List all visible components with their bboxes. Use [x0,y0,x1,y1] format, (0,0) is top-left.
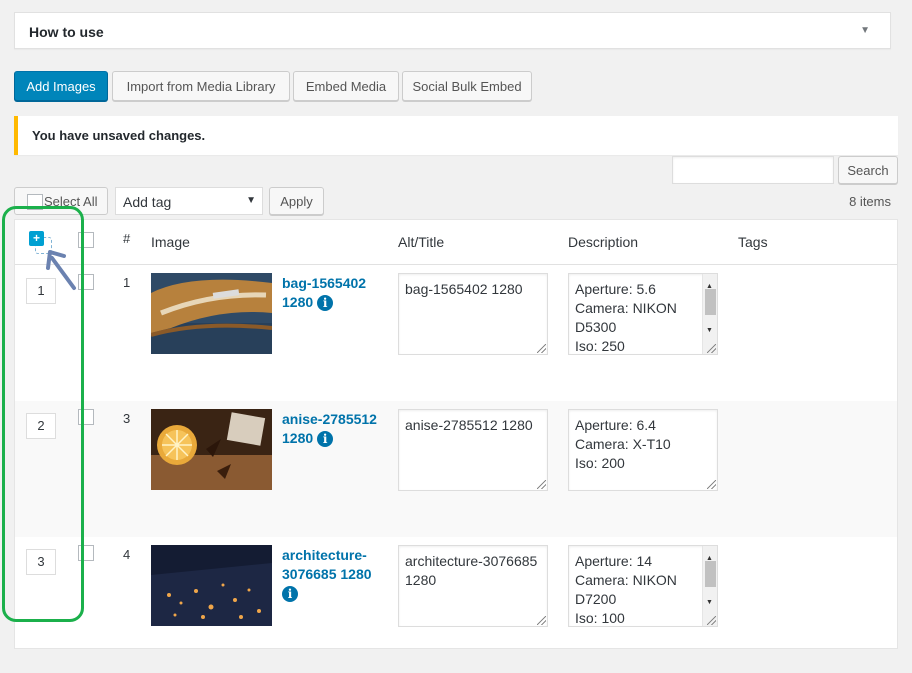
alt-text: bag-1565402 1280 [405,281,523,297]
description-text: Aperture: 6.4 Camera: X-T10 Iso: 200 [575,417,671,471]
info-icon[interactable]: i [317,295,334,312]
col-alt-title: Alt/Title [398,234,445,250]
alt-title-textarea[interactable]: bag-1565402 1280 [398,273,548,355]
description-text: Aperture: 14 Camera: NIKON D7200 Iso: 10… [575,553,677,626]
caret-down-icon[interactable]: ▼ [860,25,870,36]
scroll-down-icon[interactable]: ▼ [706,321,713,340]
add-images-button[interactable]: Add Images [14,71,108,101]
image-title-link[interactable]: bag-1565402 1280 i [282,274,387,312]
embed-media-button[interactable]: Embed Media [293,71,399,101]
resize-handle-icon[interactable] [537,344,546,353]
images-table: + # Image Alt/Title Description Tags 1 1… [14,219,898,649]
thumbnail-image[interactable] [151,273,272,354]
scroll-thumb[interactable] [705,561,716,587]
resize-handle-icon[interactable] [537,616,546,625]
chevron-down-icon: ▼ [246,195,256,206]
row-number: 3 [123,411,131,426]
alt-text: anise-2785512 1280 [405,417,533,433]
col-description: Description [568,234,639,250]
thumbnail-image[interactable] [151,409,272,490]
resize-handle-icon[interactable] [707,616,716,625]
resize-handle-icon[interactable] [707,480,716,489]
row-number: 4 [123,547,131,562]
row-number: 1 [123,275,131,290]
description-textarea[interactable]: Aperture: 6.4 Camera: X-T10 Iso: 200 [568,409,718,491]
scroll-thumb[interactable] [705,289,716,315]
title-line-1: architecture- [282,547,367,563]
import-media-button[interactable]: Import from Media Library [112,71,290,101]
scrollbar[interactable]: ▲ ▼ [702,546,717,626]
description-textarea[interactable]: Aperture: 14 Camera: NIKON D7200 Iso: 10… [568,545,718,627]
description-textarea[interactable]: Aperture: 5.6 Camera: NIKON D5300 Iso: 2… [568,273,718,355]
title-line-1: bag-1565402 [282,275,367,291]
col-number: # [123,231,131,246]
image-title-link[interactable]: anise-2785512 1280 i [282,410,387,448]
thumbnail-image[interactable] [151,545,272,626]
table-row: 2 3 anise-2785512 1280 i anise-2785512 12… [15,401,897,537]
description-text: Aperture: 5.6 Camera: NIKON D5300 Iso: 2… [575,281,677,354]
alt-title-textarea[interactable]: anise-2785512 1280 [398,409,548,491]
how-to-use-title: How to use [29,24,104,40]
tag-select-value: Add tag [123,194,172,210]
alt-title-textarea[interactable]: architecture-3076685 1280 [398,545,548,627]
image-title-link[interactable]: architecture- 3076685 1280 i [282,546,387,603]
search-button[interactable]: Search [838,156,898,184]
table-row: 3 4 architecture- 3076685 1280 i archite… [15,537,897,673]
apply-button[interactable]: Apply [269,187,324,215]
alt-text: architecture-3076685 1280 [405,553,538,588]
col-tags: Tags [738,234,768,250]
scroll-down-icon[interactable]: ▼ [706,593,713,612]
info-icon[interactable]: i [317,431,334,448]
title-line-2: 3076685 1280 [282,566,372,582]
title-line-1: anise-2785512 [282,411,377,427]
resize-handle-icon[interactable] [707,344,716,353]
scrollbar[interactable]: ▲ ▼ [702,274,717,354]
social-bulk-embed-button[interactable]: Social Bulk Embed [402,71,532,101]
title-line-2: 1280 [282,430,314,446]
info-icon[interactable]: i [282,586,298,603]
notice-text: You have unsaved changes. [32,128,206,143]
pointer-arrow-icon [46,250,76,290]
table-header: + # Image Alt/Title Description Tags [15,220,897,265]
title-line-2: 1280 [282,294,314,310]
how-to-use-panel[interactable]: How to use ▼ [14,12,891,49]
table-row: 1 1 bag-1565402 1280 i bag-1565402 1280 A… [15,265,897,401]
unsaved-notice: You have unsaved changes. [14,116,898,155]
col-image: Image [151,234,190,250]
tag-select[interactable]: Add tag ▼ [115,187,263,215]
search-input[interactable] [672,156,834,184]
resize-handle-icon[interactable] [537,480,546,489]
item-count: 8 items [849,194,891,209]
